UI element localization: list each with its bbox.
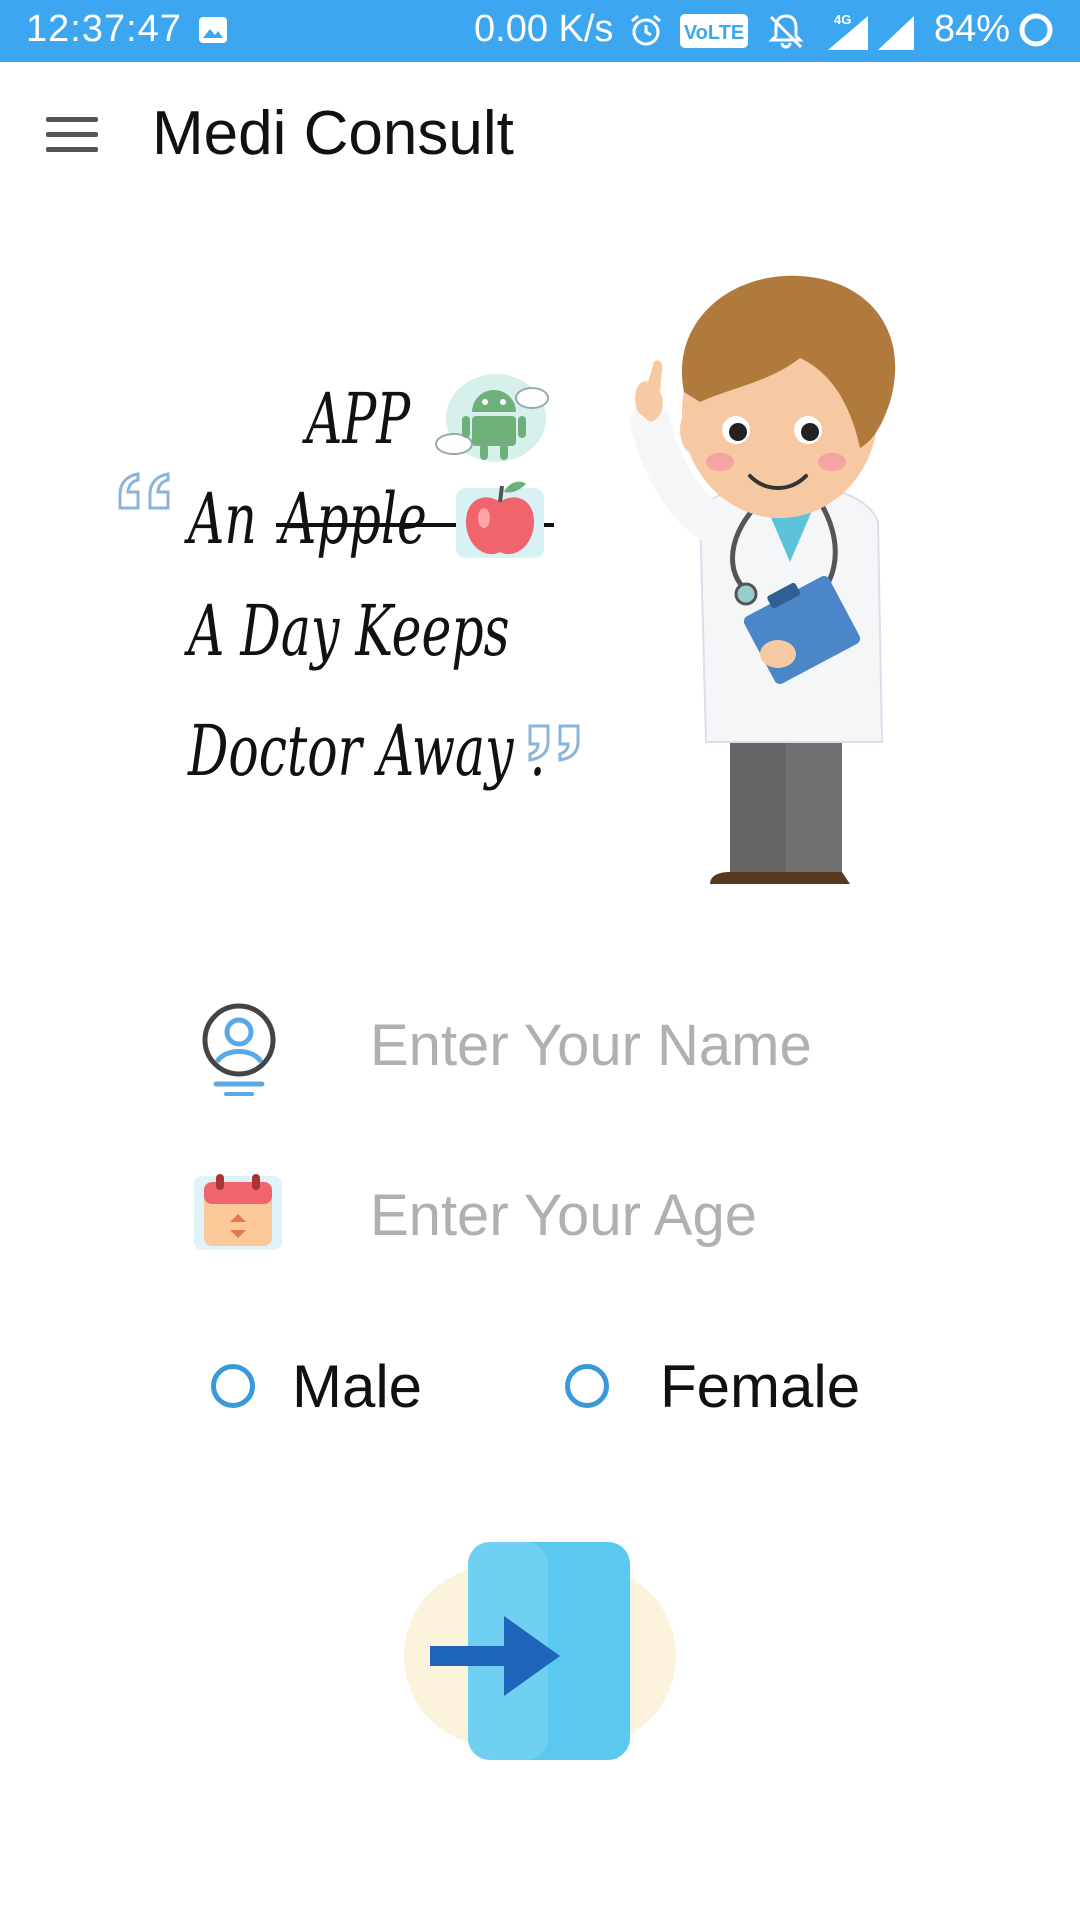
app-title: Medi Consult (152, 99, 514, 168)
age-input[interactable] (368, 1174, 1012, 1256)
quote-line-doctor: Doctor Away . (188, 710, 546, 792)
radio-label-male[interactable]: Male (292, 1352, 422, 1421)
android-robot-icon (435, 374, 549, 462)
user-avatar-icon (202, 1003, 276, 1096)
network-type-label: 4G (834, 12, 851, 27)
radio-label-female[interactable]: Female (660, 1352, 860, 1421)
quote-illustration: APP An Apple A Day Keeps Doctor Away . (0, 210, 1080, 910)
bell-muted-icon (768, 14, 804, 49)
quote-line-app: APP (306, 378, 411, 460)
menu-icon[interactable] (46, 117, 98, 153)
status-bar: 12:37:47 0.00 K/s VoLTE 4G 84% (0, 0, 1080, 62)
quote-line-an: An (188, 478, 257, 560)
battery-ring-icon (1019, 13, 1053, 47)
calendar-icon (194, 1174, 282, 1250)
signal-4g-icon: 4G (828, 12, 868, 50)
quote-line-day: A Day Keeps (188, 590, 510, 672)
doctor-illustration (630, 275, 896, 884)
image-notification-icon (199, 17, 227, 43)
name-input[interactable] (368, 1004, 1012, 1086)
radio-female[interactable] (565, 1364, 609, 1408)
radio-male[interactable] (211, 1364, 255, 1408)
signal-icon (878, 16, 914, 50)
login-arrow-button[interactable] (400, 1536, 680, 1776)
open-quote-icon (118, 472, 170, 510)
quote-line-apple: Apple (280, 478, 427, 560)
app-toolbar: Medi Consult (0, 62, 1080, 208)
network-speed: 0.00 K/s (474, 8, 614, 50)
volte-badge: VoLTE (680, 14, 748, 48)
alarm-icon (631, 14, 661, 46)
status-time: 12:37:47 (26, 8, 182, 50)
apple-icon (456, 481, 544, 558)
battery-percent: 84% (934, 8, 1011, 50)
